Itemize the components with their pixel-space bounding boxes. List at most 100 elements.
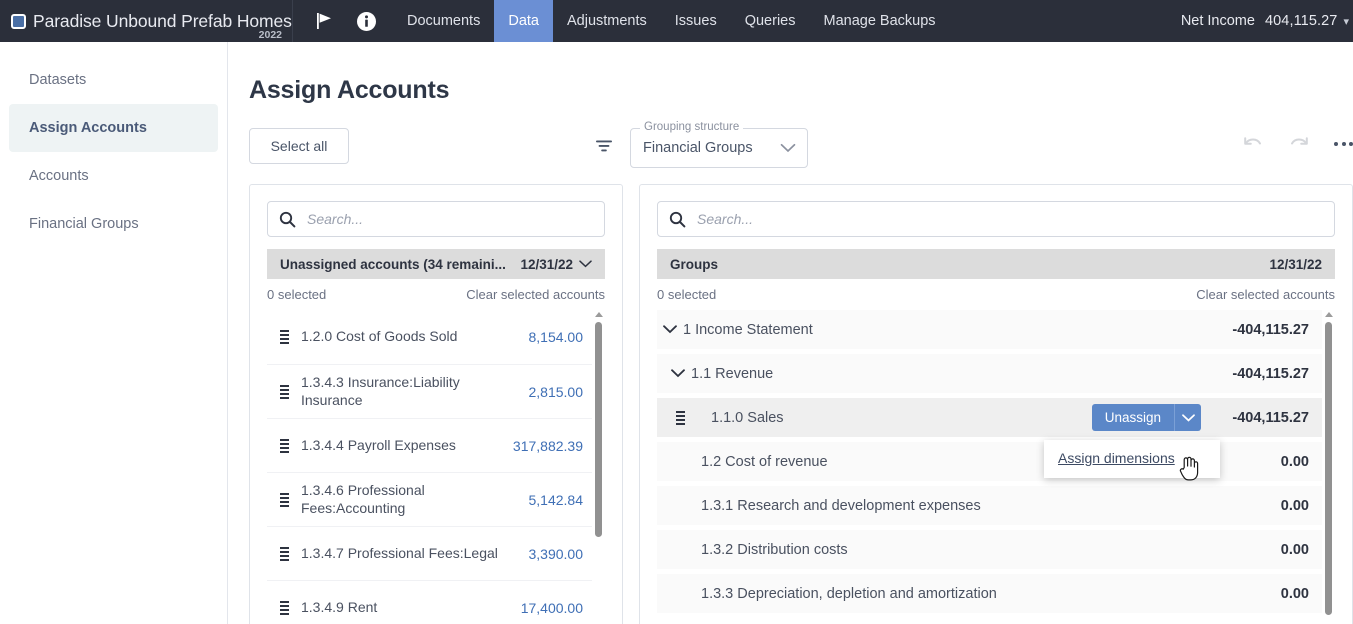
tab-issues[interactable]: Issues [661, 0, 731, 42]
list-item-name: 1.3.4.9 Rent [301, 599, 521, 616]
tab-adjustments-label: Adjustments [567, 13, 647, 29]
right-clear-selected-link[interactable]: Clear selected accounts [1196, 287, 1335, 302]
search-input[interactable] [305, 210, 593, 228]
scroll-up-arrow-icon[interactable] [1325, 312, 1333, 317]
tree-row[interactable]: 1.3.3 Depreciation, depletion and amorti… [657, 574, 1335, 613]
topbar-icon-group [293, 0, 393, 42]
tree-row-label: 1.3.3 Depreciation, depletion and amorti… [657, 586, 1281, 602]
tab-manage-backups[interactable]: Manage Backups [809, 0, 949, 42]
tree-row[interactable]: 1.1 Revenue -404,115.27 [657, 354, 1335, 393]
filter-icon[interactable] [594, 137, 614, 160]
scroll-up-arrow-icon[interactable] [595, 312, 603, 317]
grouping-structure-value: Financial Groups [631, 140, 753, 156]
list-item[interactable]: 1.3.4.7 Professional Fees:Legal 3,390.00 [267, 526, 605, 580]
drag-handle-icon[interactable] [267, 492, 301, 508]
more-options-icon[interactable] [1334, 142, 1353, 146]
content-toolbar: Select all Grouping structure Financial … [249, 128, 1353, 176]
list-item-name: 1.2.0 Cost of Goods Sold [301, 328, 529, 345]
list-item[interactable]: 1.3.4.9 Rent 17,400.00 [267, 580, 605, 624]
right-search-box[interactable] [657, 201, 1335, 237]
search-icon [279, 211, 296, 228]
sidebar-item-label: Accounts [29, 168, 89, 184]
main-content: Assign Accounts Select all Grouping stru… [229, 42, 1353, 624]
drag-handle-icon[interactable] [267, 329, 301, 345]
drag-handle-icon[interactable] [267, 438, 301, 454]
left-panel-header-date-group[interactable]: 12/31/22 [520, 257, 592, 272]
list-item-name: 1.3.4.6 Professional Fees:Accounting [301, 482, 529, 516]
tree-row[interactable]: 1 Income Statement -404,115.27 [657, 310, 1335, 349]
right-panel-header-date: 12/31/22 [1269, 257, 1322, 272]
left-clear-selected-link[interactable]: Clear selected accounts [466, 287, 605, 302]
select-all-button[interactable]: Select all [249, 128, 349, 164]
tree-row[interactable]: 1.2 Cost of revenue 0.00 [657, 442, 1335, 481]
sidebar-item-datasets[interactable]: Datasets [9, 56, 218, 104]
list-item[interactable]: 1.3.4.3 Insurance:Liability Insurance 2,… [267, 364, 605, 418]
drag-handle-icon[interactable] [267, 384, 301, 400]
tree-row-amount: -404,115.27 [1232, 410, 1335, 426]
drag-handle-icon[interactable] [267, 546, 301, 562]
scrollbar-thumb[interactable] [595, 322, 602, 537]
sidebar-item-assign-accounts[interactable]: Assign Accounts [9, 104, 218, 152]
unassigned-accounts-list: 1.2.0 Cost of Goods Sold 8,154.00 1.3.4.… [267, 310, 605, 624]
left-selection-row: 0 selected Clear selected accounts [267, 279, 605, 309]
sidebar-item-financial-groups[interactable]: Financial Groups [9, 200, 218, 248]
tab-adjustments[interactable]: Adjustments [553, 0, 661, 42]
chevron-down-icon[interactable] [657, 325, 683, 334]
unassign-button[interactable]: Unassign [1092, 404, 1174, 431]
menu-item-assign-dimensions[interactable]: Assign dimensions [1044, 448, 1220, 468]
unassign-split-button: Unassign [1092, 404, 1201, 431]
list-item[interactable]: 1.2.0 Cost of Goods Sold 8,154.00 [267, 310, 605, 364]
left-search-box[interactable] [267, 201, 605, 237]
tree-row[interactable]: 1.3.1 Research and development expenses … [657, 486, 1335, 525]
right-panel-header-title: Groups [670, 257, 718, 272]
right-panel-header: Groups 12/31/22 [657, 249, 1335, 279]
fiscal-year-label: 2022 [259, 29, 282, 41]
grouping-structure-select[interactable]: Grouping structure Financial Groups [630, 128, 808, 168]
info-icon[interactable] [356, 11, 377, 32]
toolbar-actions [1242, 134, 1353, 154]
main-nav-tabs: Documents Data Adjustments Issues Querie… [393, 0, 950, 42]
left-list-scrollbar[interactable] [592, 310, 605, 624]
drag-handle-icon[interactable] [267, 600, 301, 616]
tab-data-label: Data [508, 13, 539, 29]
sidebar: Datasets Assign Accounts Accounts Financ… [0, 42, 228, 624]
left-panel-header-date: 12/31/22 [520, 257, 573, 272]
unassigned-accounts-panel: Unassigned accounts (34 remaini... 12/31… [249, 184, 623, 624]
tab-queries-label: Queries [745, 13, 796, 29]
left-search-row [250, 185, 622, 237]
chevron-down-icon[interactable]: ▾ [1343, 15, 1349, 28]
tree-row-label: 1.3.2 Distribution costs [657, 542, 1281, 558]
scrollbar-thumb[interactable] [1325, 322, 1332, 615]
sidebar-item-accounts[interactable]: Accounts [9, 152, 218, 200]
tab-queries[interactable]: Queries [731, 0, 810, 42]
redo-icon[interactable] [1288, 134, 1310, 154]
tree-row[interactable]: 1.3.2 Distribution costs 0.00 [657, 530, 1335, 569]
list-item[interactable]: 1.3.4.6 Professional Fees:Accounting 5,1… [267, 472, 605, 526]
sidebar-item-label: Datasets [29, 72, 86, 88]
page-title: Assign Accounts [249, 76, 1353, 105]
drag-handle-icon[interactable] [657, 410, 703, 426]
tab-documents[interactable]: Documents [393, 0, 494, 42]
right-selected-count: 0 selected [657, 287, 716, 302]
undo-icon[interactable] [1242, 134, 1264, 154]
groups-tree-scrollbar[interactable] [1322, 310, 1335, 624]
list-item[interactable]: 1.3.4.4 Payroll Expenses 317,882.39 [267, 418, 605, 472]
tree-row-amount: -404,115.27 [1232, 322, 1335, 338]
tree-row-label: 1.1 Revenue [691, 366, 1232, 382]
flag-icon[interactable] [315, 11, 334, 31]
chevron-down-icon[interactable] [780, 143, 807, 153]
right-selection-row: 0 selected Clear selected accounts [657, 279, 1335, 309]
tab-data[interactable]: Data [494, 0, 553, 42]
list-item-name: 1.3.4.3 Insurance:Liability Insurance [301, 374, 529, 408]
unassign-dropdown-toggle[interactable] [1174, 404, 1201, 431]
groups-tree: 1 Income Statement -404,115.27 1.1 Reven… [657, 310, 1335, 624]
tab-documents-label: Documents [407, 13, 480, 29]
net-income-display: Net Income 404,115.27 ▾ [1181, 0, 1353, 42]
groups-panel: Groups 12/31/22 0 selected Clear selecte… [639, 184, 1353, 624]
search-icon [669, 211, 686, 228]
search-input[interactable] [695, 210, 1323, 228]
tree-row-selected[interactable]: 1.1.0 Sales Unassign -404,115.27 [657, 398, 1335, 437]
chevron-down-icon[interactable] [665, 369, 691, 378]
brand-area[interactable]: Paradise Unbound Prefab Homes 2022 [0, 0, 293, 42]
chevron-down-icon [579, 260, 592, 268]
